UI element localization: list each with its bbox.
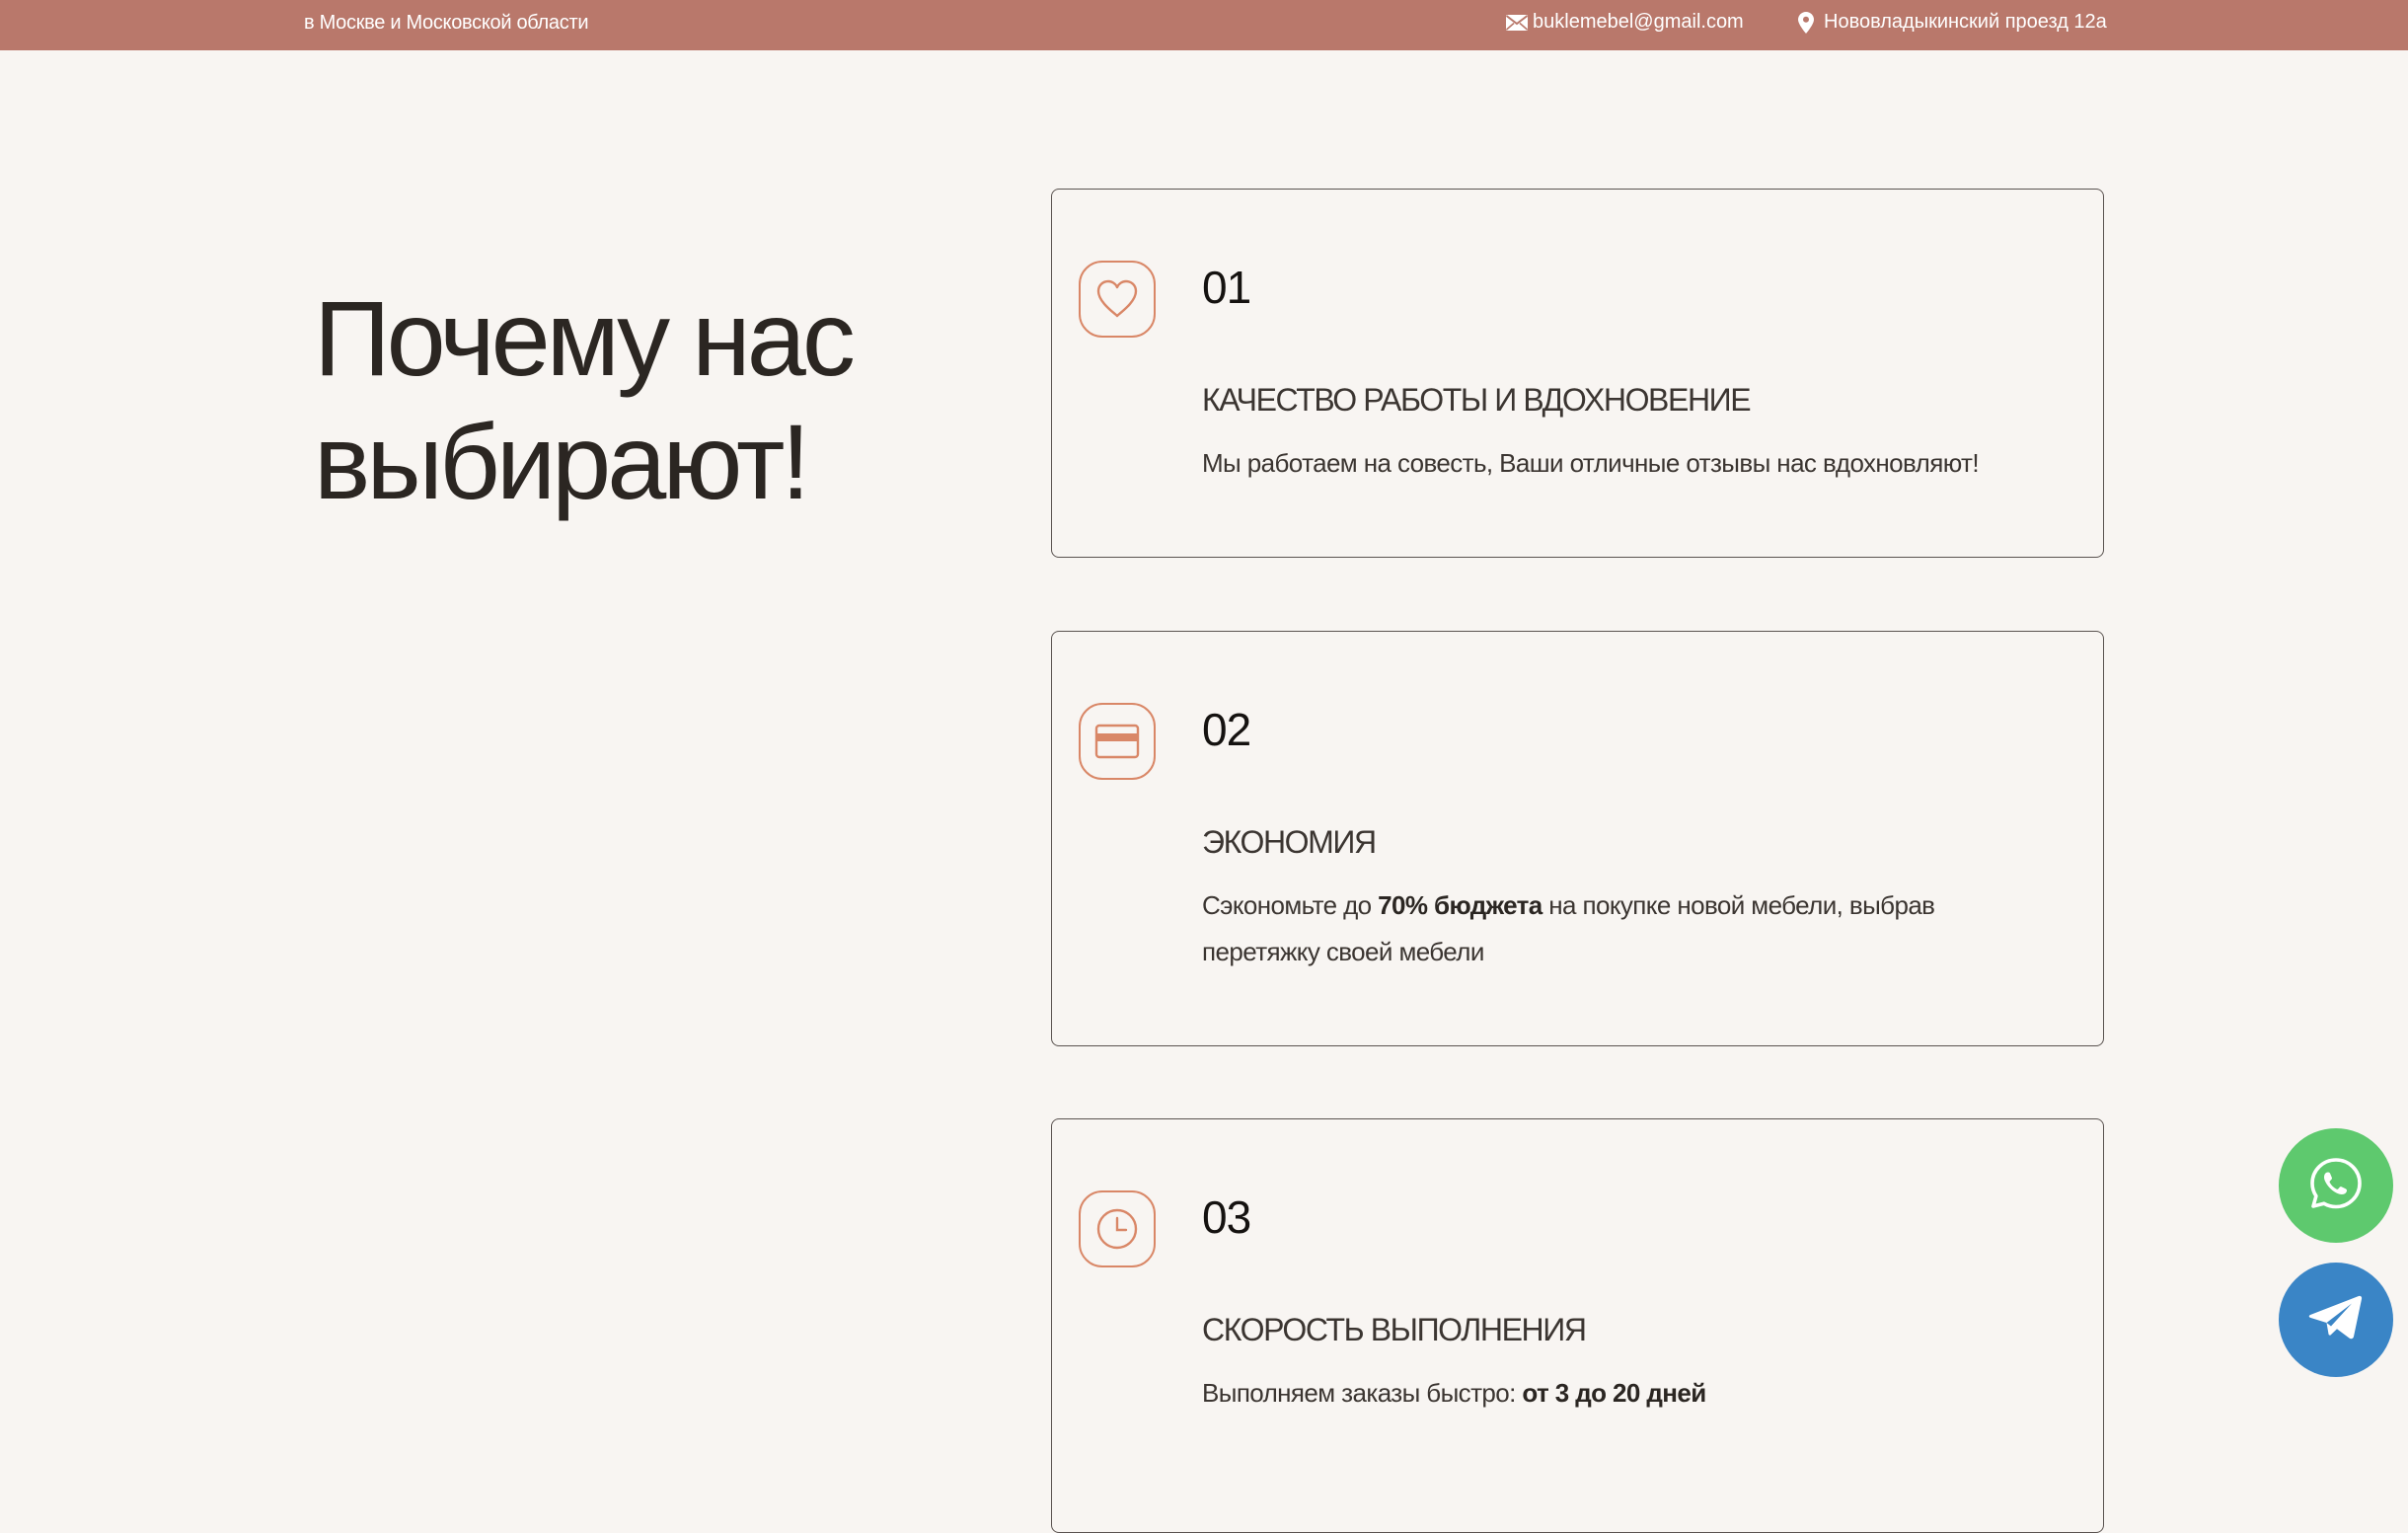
card-number: 02	[1202, 704, 1251, 755]
envelope-icon	[1505, 14, 1529, 32]
feature-card-speed: 03 СКОРОСТЬ ВЫПОЛНЕНИЯ Выполняем заказы …	[1051, 1118, 2104, 1533]
address-text: Нововладыкинский проезд 12а	[1824, 11, 2107, 33]
email-link[interactable]: buklemebel@gmail.com	[1505, 11, 1744, 34]
telegram-icon	[2307, 1293, 2365, 1347]
heading-line-1: Почему нас	[314, 278, 856, 398]
address-link[interactable]: Нововладыкинский проезд 12а	[1798, 11, 2107, 34]
whatsapp-icon	[2306, 1154, 2366, 1218]
feature-card-quality: 01 КАЧЕСТВО РАБОТЫ И ВДОХНОВЕНИЕ Мы рабо…	[1051, 189, 2104, 558]
card-text: Сэкономьте до 70% бюджета на покупке нов…	[1202, 882, 2051, 975]
card-text-part: Сэкономьте до	[1202, 890, 1379, 920]
card-text: Мы работаем на совесть, Ваши отличные от…	[1202, 448, 1980, 478]
card-text: Выполняем заказы быстро: от 3 до 20 дней	[1202, 1370, 2051, 1417]
card-text-highlight: 70% бюджета	[1378, 890, 1543, 920]
card-number: 01	[1202, 262, 1251, 313]
service-region: в Москве и Московской области	[304, 12, 589, 34]
section-heading: Почему нас выбирают!	[314, 276, 985, 523]
credit-card-icon	[1079, 703, 1156, 780]
card-title: КАЧЕСТВО РАБОТЫ И ВДОХНОВЕНИЕ	[1202, 382, 1752, 418]
card-number: 03	[1202, 1191, 1251, 1243]
heading-line-2: выбирают!	[314, 402, 810, 521]
whatsapp-button[interactable]	[2279, 1128, 2393, 1243]
card-text-highlight: от 3 до 20 дней	[1522, 1378, 1706, 1408]
email-text: buklemebel@gmail.com	[1533, 11, 1744, 33]
clock-icon	[1079, 1190, 1156, 1267]
feature-card-savings: 02 ЭКОНОМИЯ Сэкономьте до 70% бюджета на…	[1051, 631, 2104, 1046]
telegram-button[interactable]	[2279, 1263, 2393, 1377]
card-text-part: Выполняем заказы быстро:	[1202, 1378, 1523, 1408]
card-title: СКОРОСТЬ ВЫПОЛНЕНИЯ	[1202, 1312, 1587, 1347]
card-title: ЭКОНОМИЯ	[1202, 824, 1377, 860]
heart-icon	[1079, 261, 1156, 338]
top-bar: в Москве и Московской области buklemebel…	[0, 0, 2408, 50]
map-pin-icon	[1798, 11, 1814, 34]
